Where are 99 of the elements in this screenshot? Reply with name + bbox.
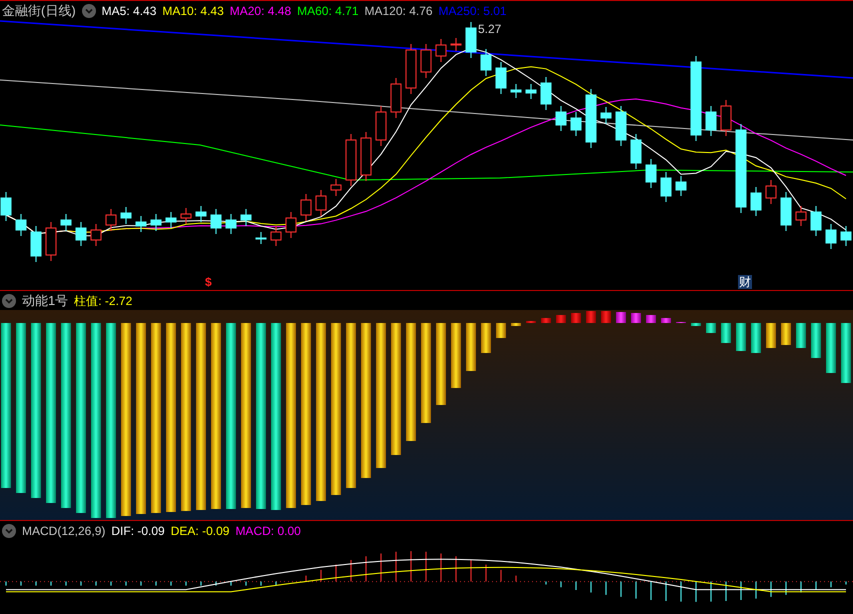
indicator-value: MA20: 4.48 [230,2,292,20]
candlestick [810,206,822,236]
chart-marker[interactable]: 财 [738,275,752,289]
indicator-value: DEA: -0.09 [170,522,230,540]
candlestick [106,208,116,232]
indicator-value: MA120: 4.76 [364,2,433,20]
histogram-bar [616,312,626,323]
candlestick [720,100,732,136]
candlestick [630,134,642,170]
candlestick [660,172,672,202]
stock-title: 金融街(日线) [2,2,76,20]
histogram-bar [766,323,776,348]
histogram-bar [451,323,461,388]
candlestick [406,44,416,94]
candlestick [330,178,342,196]
candlestick [796,206,806,226]
candlestick [136,216,146,232]
candlestick [496,62,506,94]
histogram-bar [541,318,551,323]
candlestick [840,226,852,246]
candlestick [390,78,402,118]
histogram-bar [691,323,701,326]
candlestick [676,176,686,196]
candlestick [196,206,206,222]
candlestick [480,48,492,76]
indicator-value: 柱值: -2.72 [74,292,132,310]
candlestick [166,212,176,228]
indicator-value: MA60: 4.71 [297,2,358,20]
histogram-bar [511,323,521,326]
candlestick [556,106,566,132]
candlestick [180,208,192,224]
chevron-down-icon[interactable] [82,4,96,18]
indicator-value: DIF: -0.09 [111,522,165,540]
histogram-bar [661,318,671,323]
histogram-bar [601,311,611,323]
candlestick [76,222,86,246]
indicator-value: MA250: 5.01 [438,2,507,20]
candlestick [30,226,42,262]
indicator-value: MA5: 4.43 [102,2,156,20]
histogram-bar [481,323,491,353]
candlestick [360,132,372,182]
candlestick [570,112,582,136]
candlestick [510,84,522,98]
candlestick [256,232,266,244]
candlestick [540,76,552,110]
candlestick [586,88,596,148]
candlestick [346,134,356,186]
histogram-bar [556,315,566,323]
histogram-bar [466,323,476,371]
candlestick [780,192,792,232]
chart-marker[interactable]: $ [205,275,212,289]
histogram-bar [571,313,581,323]
candlestick [300,194,312,222]
candlestick [616,106,626,146]
histogram-bar [796,323,806,348]
candlestick [240,208,252,226]
candlestick [750,186,762,216]
candlestick [526,84,536,100]
histogram-bar [586,311,596,323]
candlestick [226,214,236,234]
histogram-bar [811,323,821,358]
candlestick [270,226,282,246]
candlestick [46,222,56,262]
histogram-bar [736,323,746,351]
candlestick [316,190,326,216]
candlestick [210,208,222,234]
candlestick [286,212,296,238]
histogram-bar [751,323,761,353]
indicator-title: MACD(12,26,9) [22,522,106,540]
histogram-bar [706,323,716,333]
candlestick [646,158,656,188]
candlestick [450,38,462,52]
indicator-value: MACD: 0.00 [235,522,301,540]
candlestick [60,214,72,232]
chevron-down-icon[interactable] [2,524,16,538]
candlestick [600,106,612,124]
candlestick [16,214,26,236]
histogram-bar [496,323,506,338]
peak-price-label: 5.27 [478,21,502,38]
chevron-down-icon[interactable] [2,294,16,308]
candlestick [120,206,132,224]
candlestick [0,192,12,222]
candlestick [376,106,386,146]
candlestick [766,180,776,204]
histogram-bar [646,315,656,323]
candlestick [466,22,476,58]
candlestick [436,38,446,62]
histogram-bar [631,313,641,323]
candlestick [420,44,432,78]
candlestick [150,214,162,232]
indicator-title: 动能1号 [22,292,68,310]
candlestick [706,106,716,136]
histogram-bar [841,323,851,383]
histogram-bar [721,323,731,343]
candlestick [826,224,836,250]
candlestick [90,224,102,246]
indicator-value: MA10: 4.43 [162,2,224,20]
histogram-bar [826,323,836,373]
histogram-bar [781,323,791,345]
